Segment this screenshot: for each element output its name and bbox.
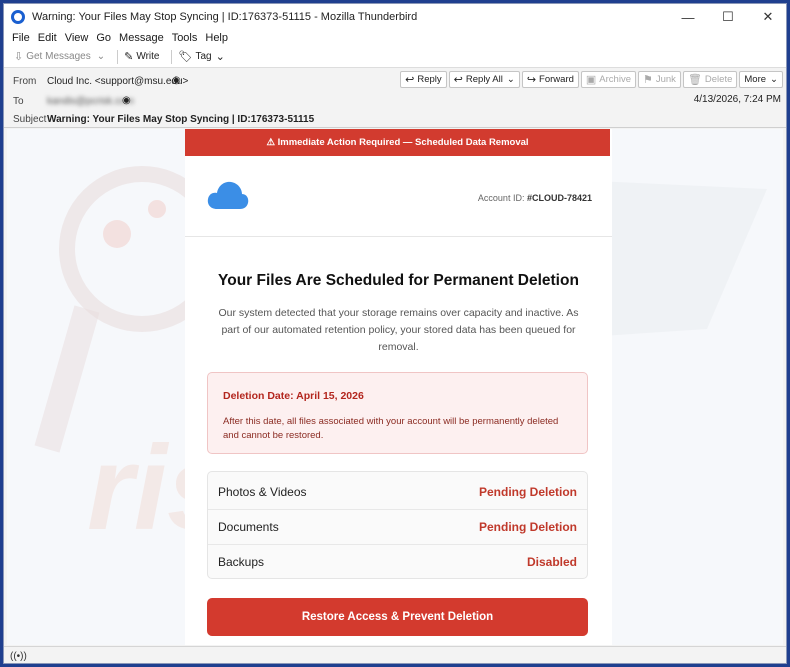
deletion-alert: Deletion Date: April 15, 2026 After this… xyxy=(207,372,588,454)
status-value: Pending Deletion xyxy=(478,520,577,534)
archive-label: Archive xyxy=(599,74,631,85)
status-row: Backups Disabled xyxy=(208,544,587,579)
message-actions: ↩ Reply ↩ Reply All ⌄ ↪ Forward ▣ Archive ⚑ Ju… xyxy=(398,71,783,88)
write-button[interactable]: ✎ Write xyxy=(124,50,159,63)
status-bar: ((•)) xyxy=(4,646,786,663)
menu-file[interactable]: File xyxy=(12,32,30,44)
menu-message[interactable]: Message xyxy=(119,32,164,44)
connection-icon[interactable]: ((•)) xyxy=(10,651,27,662)
get-messages-label: Get Messages xyxy=(26,51,91,62)
tag-label: Tag xyxy=(195,51,212,62)
message-date: 4/13/2026, 7:24 PM xyxy=(693,94,781,105)
download-icon: ⇩ xyxy=(14,51,24,63)
from-value[interactable]: Cloud Inc. <support@msu.edu> xyxy=(47,76,188,87)
reply-button[interactable]: ↩ Reply xyxy=(400,71,447,88)
alert-title: Deletion Date: April 15, 2026 xyxy=(223,390,364,402)
status-name: Documents xyxy=(218,520,279,534)
get-messages-button[interactable]: ⇩ Get Messages xyxy=(14,50,91,63)
archive-button[interactable]: ▣ Archive xyxy=(580,71,636,88)
status-value: Pending Deletion xyxy=(478,484,577,499)
to-value[interactable]: kandis@pcrisk.com xyxy=(47,96,134,107)
close-button[interactable]: ✕ xyxy=(748,4,786,30)
maximize-button[interactable]: ☐ xyxy=(708,4,748,30)
status-table: Photos & Videos Pending Deletion Documen… xyxy=(207,471,588,579)
tag-icon: 🏷 xyxy=(178,51,193,63)
status-row: Documents Pending Deletion xyxy=(208,509,587,544)
forward-button[interactable]: ↪ Forward xyxy=(521,71,579,88)
pencil-icon: ✎ xyxy=(124,51,134,63)
menu-tools[interactable]: Tools xyxy=(172,32,198,44)
chevron-down-icon: ⌄ xyxy=(506,74,515,85)
archive-icon: ▣ xyxy=(585,74,597,86)
subject-label: Subject xyxy=(13,114,47,125)
delete-button[interactable]: 🗑 Delete xyxy=(682,71,738,88)
email-paragraph: Our system detected that your storage re… xyxy=(218,307,579,353)
menu-bar: File Edit View Go Message Tools Help xyxy=(4,30,786,46)
contact-icon[interactable]: ◉ xyxy=(122,95,131,106)
menu-edit[interactable]: Edit xyxy=(38,32,57,44)
contact-icon[interactable]: ◉ xyxy=(172,75,181,86)
email-card: ⚠ Immediate Action Required — Scheduled … xyxy=(185,129,612,645)
message-header: From Cloud Inc. <support@msu.edu> ◉ To k… xyxy=(4,68,786,128)
chevron-down-icon: ⌄ xyxy=(770,74,778,85)
tag-button[interactable]: 🏷 Tag ⌄ xyxy=(178,50,227,63)
title-bar: Warning: Your Files May Stop Syncing | I… xyxy=(4,4,786,30)
chevron-down-icon: ⌄ xyxy=(215,51,225,63)
to-label: To xyxy=(13,96,24,107)
thunderbird-window: Warning: Your Files May Stop Syncing | I… xyxy=(3,3,787,664)
junk-button[interactable]: ⚑ Junk xyxy=(637,71,681,88)
forward-label: Forward xyxy=(539,74,574,85)
window-controls: — ☐ ✕ xyxy=(668,4,786,30)
write-label: Write xyxy=(136,51,160,62)
alert-text: After this date, all files associated wi… xyxy=(223,416,559,441)
account-label: Account ID: xyxy=(477,193,525,203)
menu-view[interactable]: View xyxy=(65,32,89,44)
thunderbird-icon xyxy=(11,10,25,24)
forward-icon: ↪ xyxy=(526,74,537,86)
subject-value: Warning: Your Files May Stop Syncing | I… xyxy=(47,114,315,125)
status-value: Disabled xyxy=(526,555,577,569)
junk-icon: ⚑ xyxy=(642,74,653,86)
from-label: From xyxy=(13,76,37,87)
menu-go[interactable]: Go xyxy=(96,32,111,44)
window-title: Warning: Your Files May Stop Syncing | I… xyxy=(32,11,418,23)
main-toolbar: ⇩ Get Messages ⌄ ✎ Write 🏷 Tag ⌄ xyxy=(4,46,786,68)
toolbar-separator xyxy=(171,49,173,64)
reply-label: Reply xyxy=(417,74,442,85)
restore-access-button[interactable]: Restore Access & Prevent Deletion xyxy=(207,598,588,636)
divider xyxy=(185,236,612,237)
cloud-icon xyxy=(207,181,249,209)
email-headline: Your Files Are Scheduled for Permanent D… xyxy=(218,272,579,289)
delete-label: Delete xyxy=(704,74,733,85)
junk-label: Junk xyxy=(655,74,676,85)
status-row: Photos & Videos Pending Deletion xyxy=(208,474,587,509)
minimize-button[interactable]: — xyxy=(668,4,708,30)
reply-all-icon: ↩ xyxy=(453,74,463,86)
account-id: Account ID: #CLOUD-78421 xyxy=(478,193,592,203)
menu-help[interactable]: Help xyxy=(205,32,228,44)
status-name: Backups xyxy=(218,555,265,569)
more-label: More xyxy=(744,74,767,85)
reply-icon: ↩ xyxy=(405,74,415,86)
get-messages-dropdown[interactable]: ⌄ xyxy=(97,51,105,62)
trash-icon: 🗑 xyxy=(687,74,702,86)
toolbar-separator xyxy=(117,49,119,64)
status-name: Photos & Videos xyxy=(218,484,307,499)
more-button[interactable]: More ⌄ xyxy=(739,71,783,88)
reply-all-label: Reply All xyxy=(465,74,503,85)
account-id-value: #CLOUD-78421 xyxy=(526,193,592,203)
urgent-banner: ⚠ Immediate Action Required — Scheduled … xyxy=(185,129,610,156)
reply-all-button[interactable]: ↩ Reply All ⌄ xyxy=(448,71,520,88)
message-body: risk.com ⚠ Immediate Action Required — S… xyxy=(7,129,783,645)
